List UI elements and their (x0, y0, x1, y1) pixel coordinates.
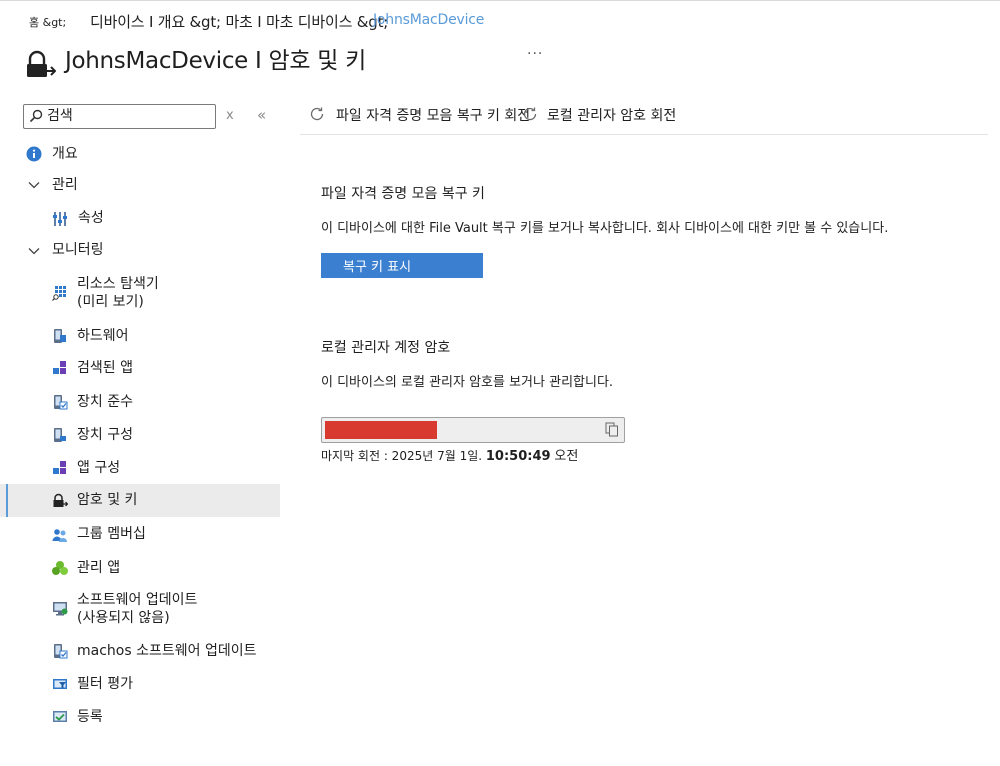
lock-icon (53, 493, 68, 507)
sidebar-group-monitoring[interactable]: 모니터링 (0, 240, 280, 262)
enrollment-icon (53, 711, 67, 722)
chevron-down-icon (28, 248, 40, 255)
sidebar-item-software-updates[interactable]: 소프트웨어 업데이트 (사용되지 않음) (0, 589, 280, 629)
sidebar-item-sublabel: (미리 보기) (77, 294, 144, 310)
sidebar-item-passwords-keys[interactable]: 암호 및 키 (0, 484, 280, 517)
top-border (0, 0, 1000, 1)
sidebar-item-overview[interactable]: 개요 (0, 143, 280, 165)
rotate-filevault-key-label: 파일 자격 증명 모음 복구 키 회전 (336, 108, 531, 124)
properties-icon (53, 212, 67, 226)
filevault-description: 이 디바이스에 대한 File Vault 복구 키를 보거나 복사합니다. 회… (321, 221, 889, 236)
last-rotated-ampm: 오전 (554, 449, 579, 464)
sidebar-item-label: machos 소프트웨어 업데이트 (77, 643, 257, 659)
rotate-filevault-key-button[interactable]: 파일 자격 증명 모음 복구 키 회전 (308, 104, 538, 124)
chevron-down-icon (28, 182, 40, 189)
collapse-sidebar-button[interactable]: « (257, 106, 266, 124)
search-input[interactable] (47, 105, 207, 126)
more-options-button[interactable]: ... (527, 42, 543, 58)
sidebar-item-resource-explorer[interactable]: 리소스 탐색기 (미리 보기) (0, 273, 280, 313)
sidebar-group-label: 모니터링 (52, 242, 104, 258)
last-rotated-time: 10:50:49 (485, 449, 551, 464)
rotate-admin-password-label: 로컬 관리자 암호 회전 (547, 108, 677, 124)
sidebar-item-label: 등록 (77, 709, 103, 725)
sidebar-item-label: 속성 (78, 210, 104, 226)
sidebar-item-app-configuration[interactable]: 앱 구성 (0, 457, 280, 479)
sidebar-item-label: 필터 평가 (77, 676, 133, 692)
device-compliance-icon (54, 395, 68, 410)
last-rotated-label: 마지막 회전 : 2025년 7월 1일. (321, 449, 483, 463)
sidebar-item-macos-software-updates[interactable]: machos 소프트웨어 업데이트 (0, 640, 280, 662)
discovered-apps-icon (53, 361, 66, 374)
sidebar-item-label: 리소스 탐색기 (77, 276, 159, 292)
sidebar-item-device-compliance[interactable]: 장치 준수 (0, 391, 280, 413)
local-admin-description: 이 디바이스의 로컬 관리자 암호를 보거나 관리합니다. (321, 375, 614, 390)
managed-apps-icon (52, 561, 68, 575)
sidebar-item-filter-evaluation[interactable]: 필터 평가 (0, 673, 280, 695)
refresh-icon (310, 107, 324, 121)
page-title: JohnsMacDevice I 암호 및 키 (65, 48, 367, 74)
sidebar-item-group-membership[interactable]: 그룹 멤버십 (0, 523, 280, 545)
sidebar-group-label: 관리 (52, 177, 78, 193)
redacted-password (325, 421, 437, 439)
macos-updates-icon (54, 644, 68, 659)
local-admin-heading: 로컬 관리자 계정 암호 (321, 340, 451, 356)
breadcrumb-device-link[interactable]: JohnsMacDevice (373, 12, 484, 28)
refresh-icon (523, 107, 537, 121)
breadcrumb-home[interactable]: 홈 &gt; (29, 14, 66, 30)
show-recovery-key-label: 복구 키 표시 (343, 260, 412, 275)
device-configuration-icon (54, 428, 66, 442)
resource-explorer-icon (52, 286, 66, 301)
search-icon (29, 109, 43, 123)
sidebar-item-label: 관리 앱 (77, 560, 121, 576)
last-rotated-info: 마지막 회전 : 2025년 7월 1일. 10:50:49 오전 (321, 445, 578, 464)
sidebar-item-label: 암호 및 키 (77, 492, 138, 508)
sidebar-item-label: 장치 준수 (77, 394, 133, 410)
filter-evaluation-icon (53, 679, 67, 689)
admin-password-field[interactable] (321, 417, 625, 443)
sidebar-item-label: 검색된 앱 (77, 360, 133, 376)
sidebar-item-discovered-apps[interactable]: 검색된 앱 (0, 357, 280, 379)
sidebar-item-hardware[interactable]: 하드웨어 (0, 325, 280, 347)
sidebar-item-enrollment[interactable]: 등록 (0, 706, 280, 728)
sidebar-item-label: 소프트웨어 업데이트 (77, 592, 198, 608)
sidebar-item-label: 장치 구성 (77, 427, 133, 443)
sidebar-item-managed-apps[interactable]: 관리 앱 (0, 557, 280, 579)
info-icon (26, 146, 42, 162)
toolbar-divider (300, 134, 988, 135)
lock-icon (27, 50, 56, 77)
sidebar-item-sublabel: (사용되지 않음) (77, 610, 170, 626)
search-box[interactable] (23, 104, 216, 129)
sidebar-item-device-configuration[interactable]: 장치 구성 (0, 424, 280, 446)
group-membership-icon (52, 529, 67, 542)
sidebar-item-label: 개요 (52, 146, 78, 162)
app-configuration-icon (53, 461, 66, 474)
software-updates-icon (53, 602, 68, 616)
clear-search-button[interactable]: x (226, 108, 234, 123)
sidebar-item-label: 앱 구성 (77, 460, 121, 476)
sidebar-item-properties[interactable]: 속성 (0, 207, 280, 229)
copy-icon[interactable] (605, 422, 619, 437)
show-recovery-key-button[interactable]: 복구 키 표시 (321, 253, 483, 278)
rotate-admin-password-button[interactable]: 로컬 관리자 암호 회전 (521, 104, 701, 124)
hardware-icon (54, 329, 66, 343)
filevault-heading: 파일 자격 증명 모음 복구 키 (321, 186, 485, 202)
sidebar-item-label: 그룹 멤버십 (77, 526, 146, 542)
command-bar: 파일 자격 증명 모음 복구 키 회전 로컬 관리자 암호 회전 (300, 100, 1000, 130)
sidebar-group-manage[interactable]: 관리 (0, 175, 280, 197)
breadcrumb-path[interactable]: 디바이스 I 개요 &gt; 마초 I 마초 디바이스 &gt; (90, 11, 388, 32)
sidebar-item-label: 하드웨어 (77, 328, 129, 344)
